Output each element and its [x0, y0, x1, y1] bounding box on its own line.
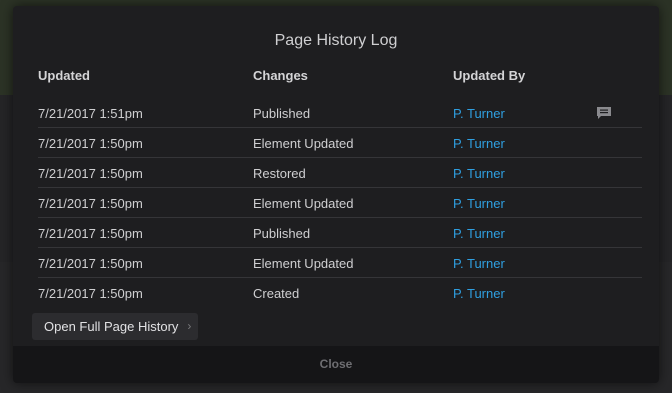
- open-full-page-history-label: Open Full Page History: [44, 319, 179, 334]
- row-updated-timestamp: 7/21/2017 1:50pm: [38, 226, 143, 241]
- history-table-body: 7/21/2017 1:51pm Published P. Turner 7/21/2…: [38, 98, 642, 307]
- row-change-type: Created: [253, 286, 300, 301]
- table-row: 7/21/2017 1:50pm Created P. Turner: [38, 278, 642, 307]
- row-change-type: Published: [253, 226, 311, 241]
- table-row: 7/21/2017 1:50pm Element Updated P. Turner: [38, 188, 642, 218]
- table-row: 7/21/2017 1:50pm Element Updated P. Turner: [38, 128, 642, 158]
- row-change-type: Element Updated: [253, 196, 354, 211]
- table-row: 7/21/2017 1:50pm Restored P. Turner: [38, 158, 642, 188]
- row-updated-timestamp: 7/21/2017 1:50pm: [38, 166, 143, 181]
- open-full-page-history-button[interactable]: Open Full Page History ›: [32, 313, 199, 340]
- chevron-right-icon: ›: [187, 319, 192, 333]
- row-updated-by-link[interactable]: P. Turner: [453, 286, 505, 301]
- row-updated-timestamp: 7/21/2017 1:50pm: [38, 286, 143, 301]
- row-updated-by-link[interactable]: P. Turner: [453, 136, 505, 151]
- page-history-modal: Page History Log Updated Changes Updated…: [13, 6, 659, 383]
- column-header-updated: Updated: [38, 68, 90, 83]
- row-updated-timestamp: 7/21/2017 1:51pm: [38, 106, 143, 121]
- modal-title: Page History Log: [274, 32, 398, 49]
- table-header: Updated Changes Updated By: [38, 68, 642, 98]
- row-updated-by-link[interactable]: P. Turner: [453, 106, 505, 121]
- row-updated-timestamp: 7/21/2017 1:50pm: [38, 136, 143, 151]
- row-updated-by-link[interactable]: P. Turner: [453, 226, 505, 241]
- row-change-type: Restored: [253, 166, 306, 181]
- column-header-updated-by: Updated By: [453, 68, 526, 83]
- column-header-changes: Changes: [253, 68, 308, 83]
- row-change-type: Published: [253, 106, 311, 121]
- comment-icon[interactable]: [596, 106, 612, 120]
- table-row: 7/21/2017 1:51pm Published P. Turner: [38, 98, 642, 128]
- row-updated-by-link[interactable]: P. Turner: [453, 196, 505, 211]
- row-change-type: Element Updated: [253, 136, 354, 151]
- table-row: 7/21/2017 1:50pm Published P. Turner: [38, 218, 642, 248]
- row-updated-by-link[interactable]: P. Turner: [453, 166, 505, 181]
- modal-footer: Close: [13, 346, 659, 383]
- row-updated-timestamp: 7/21/2017 1:50pm: [38, 196, 143, 211]
- table-row: 7/21/2017 1:50pm Element Updated P. Turner: [38, 248, 642, 278]
- close-button[interactable]: Close: [13, 346, 659, 383]
- row-updated-timestamp: 7/21/2017 1:50pm: [38, 256, 143, 271]
- row-change-type: Element Updated: [253, 256, 354, 271]
- row-updated-by-link[interactable]: P. Turner: [453, 256, 505, 271]
